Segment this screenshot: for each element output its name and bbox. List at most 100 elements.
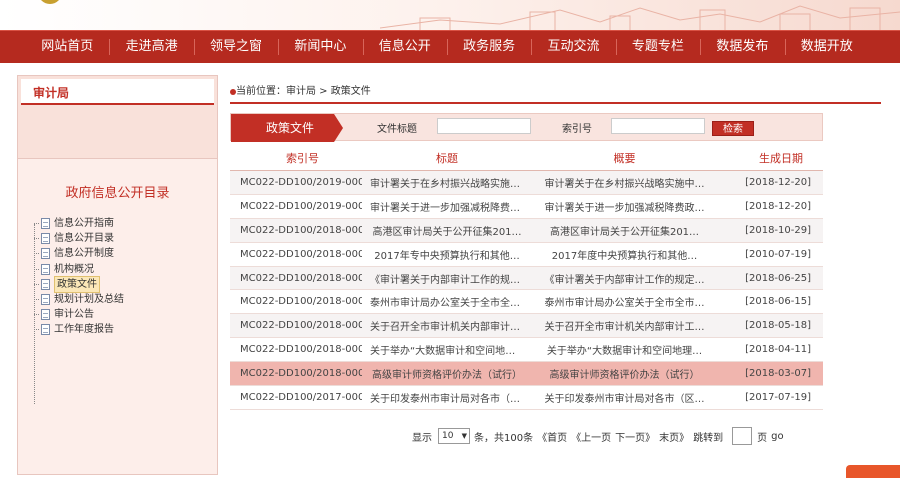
table-row[interactable]: MC022-DD100/2018-000032017年专中央预算执行和其他… 20… [230, 242, 823, 267]
header-index: 索引号 [286, 151, 319, 165]
go-button[interactable]: go [771, 431, 783, 442]
table-row[interactable]: MC022-DD100/2018-00004《审计署关于内部审计工作的规定…《审… [230, 266, 823, 291]
pagination: 显示 10 条，共100条 《首页 《上一页 下一页》 末页》 跳转到 页 go [412, 426, 788, 446]
tree-item-0[interactable]: 信息公开指南 [34, 216, 124, 231]
table-row[interactable]: MC022-DD100/2019-00003审计署关于在乡村振兴战略实施中…审计… [230, 171, 823, 195]
row-summary: 关于召开全市审计机关内部审计工… [544, 322, 705, 334]
nav-item-0[interactable]: 网站首页 [25, 31, 109, 63]
nav-item-8[interactable]: 数据发布 [700, 31, 784, 63]
pager-total: 条，共100条 [474, 432, 534, 444]
row-title-link[interactable]: 《审计署关于内部审计工作的规定… [362, 271, 532, 286]
nav-item-7[interactable]: 专题专栏 [615, 31, 700, 63]
row-title-link[interactable]: 高级审计师资格评价办法（试行） [362, 366, 532, 381]
nav-item-6[interactable]: 互动交流 [531, 31, 615, 63]
row-date: [2018-05-18] [745, 320, 811, 332]
top-banner [0, 0, 900, 30]
next-page-link[interactable]: 下一页》 [615, 429, 655, 444]
tree-item-label: 机构概况 [54, 263, 94, 275]
title-search-input[interactable] [437, 118, 531, 134]
last-page-link[interactable]: 末页》 [659, 429, 689, 444]
row-index: MC022-DD100/2018-00001 [240, 368, 362, 380]
row-index: MC022-DD100/2018-00003 [240, 248, 362, 260]
row-date: [2018-12-20] [745, 176, 811, 188]
table-row[interactable]: MC022-DD100/2018-00001关于召开全市审计机关内部审计工…关于… [230, 314, 823, 339]
header-date: 生成日期 [759, 151, 803, 165]
pager-show-label: 显示 [412, 432, 432, 444]
table-row[interactable]: MC022-DD100/2019-00002审计署关于进一步加强减税降费政…审计… [230, 194, 823, 219]
row-title-link[interactable]: 审计署关于进一步加强减税降费政… [362, 199, 532, 214]
row-date: [2018-06-25] [745, 272, 811, 284]
skyline-decoration [380, 5, 900, 30]
row-summary: 高级审计师资格评价办法（试行） [549, 370, 700, 382]
tree-item-2[interactable]: 信息公开制度 [34, 246, 124, 261]
tree-branch-line [34, 299, 39, 301]
breadcrumb: 当前位置：审计局 > 政策文件 [230, 84, 881, 104]
tree-item-5[interactable]: 规划计划及总结 [34, 292, 124, 307]
title-field-label: 文件标题 [377, 124, 417, 135]
document-icon [41, 294, 50, 306]
row-title-link[interactable]: 审计署关于在乡村振兴战略实施中… [362, 175, 532, 190]
row-title-link[interactable]: 关于举办“大数据审计和空间地理… [362, 342, 532, 357]
sidebar-header: 审计局 [18, 76, 217, 159]
per-page-select[interactable]: 10 [438, 428, 470, 444]
row-summary: 泰州市审计局办公室关于全市全市… [544, 298, 705, 310]
row-title-link[interactable]: 泰州市审计局办公室关于全市全市… [362, 294, 532, 309]
row-title-link[interactable]: 关于印发泰州市审计局对各市（区… [362, 390, 532, 405]
nav-item-2[interactable]: 领导之窗 [193, 31, 278, 63]
table-header: 索引号 标题 概要 生成日期 [230, 145, 823, 171]
row-summary: 审计署关于进一步加强减税降费政… [544, 202, 705, 214]
tree-item-6[interactable]: 审计公告 [34, 307, 124, 322]
nav-item-1[interactable]: 走进高港 [109, 31, 193, 63]
row-date: [2018-10-29] [745, 224, 811, 236]
row-index: MC022-DD100/2018-00002 [240, 344, 362, 356]
tree-branch-line [34, 268, 39, 270]
row-date: [2018-06-15] [745, 296, 811, 308]
row-index: MC022-DD100/2018-00003 [240, 296, 362, 308]
tree-item-4[interactable]: 政策文件 [34, 275, 124, 293]
table-body: MC022-DD100/2019-00003审计署关于在乡村振兴战略实施中… 审计… [230, 171, 823, 410]
table-row[interactable]: MC022-DD100/2018-00003泰州市审计局办公室关于全市全市…泰州… [230, 290, 823, 315]
nav-item-3[interactable]: 新闻中心 [278, 31, 362, 63]
table-row[interactable]: MC022-DD100/2018-00002关于举办“大数据审计和空间地理…关于… [230, 338, 823, 363]
document-icon [41, 263, 50, 275]
document-icon [41, 233, 50, 245]
table-row[interactable]: MC022-DD100/2017-00001关于印发泰州市审计局对各市（区…关于… [230, 386, 823, 410]
row-title-link[interactable]: 关于召开全市审计机关内部审计工… [362, 318, 532, 333]
sidebar-title-box: 审计局 [21, 79, 214, 105]
table-row[interactable]: MC022-DD100/2018-00004高港区审计局关于公开征集201…高港… [230, 218, 823, 243]
row-index: MC022-DD100/2019-00003 [240, 176, 362, 188]
tree-branch-line [34, 253, 39, 255]
document-icon [41, 278, 50, 290]
tree-branch-line [34, 283, 39, 285]
jump-page-input[interactable] [732, 427, 753, 445]
nav-item-9[interactable]: 数据开放 [784, 31, 869, 63]
nav-item-5[interactable]: 政务服务 [446, 31, 531, 63]
jump-label: 跳转到 [693, 432, 724, 444]
prev-page-link[interactable]: 《上一页 [571, 429, 611, 444]
first-page-link[interactable]: 《首页 [537, 429, 567, 444]
tree-item-3[interactable]: 机构概况 [34, 262, 124, 277]
catalog-tree: 信息公开指南 信息公开目录 信息公开制度 机构概况 政策文件 规划计划及总结 审计公告 工作年… [34, 216, 124, 338]
tree-item-label: 信息公开制度 [54, 248, 114, 260]
sidebar-title: 审计局 [33, 86, 70, 100]
index-search-input[interactable] [611, 118, 705, 134]
row-title-link[interactable]: 高港区审计局关于公开征集201… [362, 223, 532, 238]
row-summary: 《审计署关于内部审计工作的规定… [544, 274, 705, 286]
tree-item-label: 信息公开指南 [54, 218, 114, 230]
row-date: [2017-07-19] [745, 391, 811, 403]
document-icon [41, 218, 50, 230]
row-summary: 高港区审计局关于公开征集201… [549, 226, 700, 238]
tab-policy-documents[interactable]: 政策文件 [231, 114, 343, 142]
nav-item-4[interactable]: 信息公开 [362, 31, 447, 63]
row-index: MC022-DD100/2017-00001 [240, 391, 362, 403]
tree-branch-line [34, 238, 39, 240]
floating-badge[interactable] [846, 465, 900, 478]
table-row[interactable]: MC022-DD100/2018-00001高级审计师资格评价办法（试行）高级审… [230, 362, 823, 387]
tree-item-7[interactable]: 工作年度报告 [34, 322, 124, 337]
tree-item-label: 信息公开目录 [54, 233, 114, 245]
row-title-link[interactable]: 2017年专中央预算执行和其他… [362, 247, 532, 262]
tree-item-1[interactable]: 信息公开目录 [34, 231, 124, 246]
search-bar: 政策文件 文件标题 索引号 检索 [230, 113, 823, 142]
sidebar: 审计局 政府信息公开目录 信息公开指南 信息公开目录 信息公开制度 机构概况 政策文件规… [17, 75, 218, 475]
search-button[interactable]: 检索 [712, 121, 754, 136]
